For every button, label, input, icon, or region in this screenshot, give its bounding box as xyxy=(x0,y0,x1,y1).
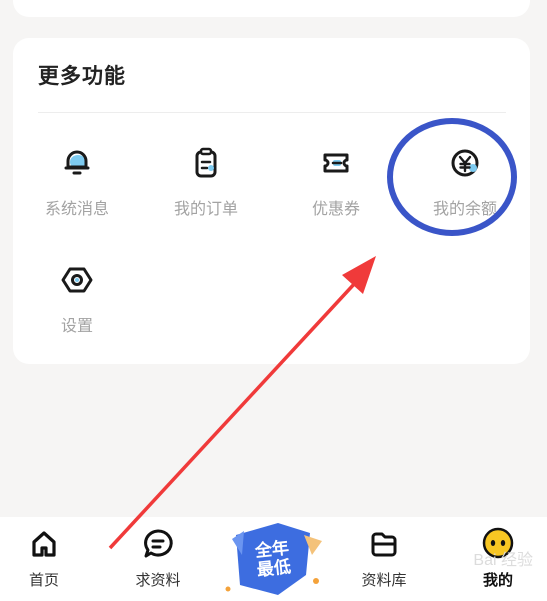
tab-label: 首页 xyxy=(28,571,59,589)
divider xyxy=(38,112,506,113)
feature-my-balance[interactable]: 我的余额 xyxy=(410,145,520,219)
tab-label: 求资料 xyxy=(135,571,181,589)
ticket-icon xyxy=(323,153,349,173)
feature-label: 我的余额 xyxy=(432,199,497,218)
feature-label: 优惠券 xyxy=(311,199,360,218)
previous-card xyxy=(13,0,530,17)
promo-line-2: 最低 xyxy=(255,557,292,581)
tab-label: 资料库 xyxy=(361,571,407,589)
more-functions-title: 更多功能 xyxy=(38,64,126,88)
feature-settings[interactable]: 设置 xyxy=(22,262,132,336)
yen-coin-icon xyxy=(451,149,479,177)
clipboard-icon xyxy=(195,147,217,178)
feature-my-orders[interactable]: 我的订单 xyxy=(151,145,261,219)
feature-system-messages[interactable]: 系统消息 xyxy=(22,145,132,219)
feature-label: 我的订单 xyxy=(173,199,238,218)
tab-label: 我的 xyxy=(482,571,513,589)
home-icon xyxy=(32,531,56,557)
watermark: Bai 经验 xyxy=(473,552,533,569)
bell-icon xyxy=(64,150,90,175)
promo-text: 全年 最低 xyxy=(244,538,302,581)
feature-coupons[interactable]: 优惠券 xyxy=(281,145,391,219)
tab-request-materials[interactable]: 求资料 xyxy=(118,525,198,590)
feature-label: 系统消息 xyxy=(44,199,109,218)
hexagon-nut-icon xyxy=(61,267,93,293)
tab-home[interactable]: 首页 xyxy=(4,525,84,590)
chat-bubble-icon xyxy=(144,529,173,558)
feature-label: 设置 xyxy=(60,316,93,335)
tab-library[interactable]: 资料库 xyxy=(344,525,424,590)
promo-badge[interactable]: 全年 最低 xyxy=(218,515,328,601)
folder-icon xyxy=(371,532,397,557)
